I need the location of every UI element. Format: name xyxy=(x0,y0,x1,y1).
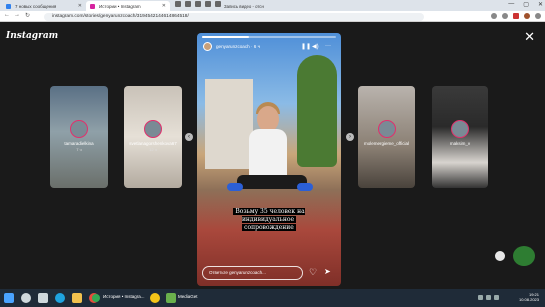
edge-icon[interactable] xyxy=(55,293,65,303)
menu-icon[interactable] xyxy=(535,13,541,19)
toolbar-icons xyxy=(491,13,541,19)
like-icon[interactable]: ♡ xyxy=(309,267,317,278)
story-username[interactable]: genyarunzcoach · 6 ч xyxy=(216,44,260,49)
instagram-logo[interactable]: Instagram xyxy=(6,31,58,41)
preview-username: molemergieme_official xyxy=(364,141,409,146)
tab-label: 7 новых сообщения xyxy=(15,3,57,9)
story-progress-fill xyxy=(202,36,249,38)
story-preview[interactable]: molemergieme_official xyxy=(358,86,415,188)
file-explorer-icon[interactable] xyxy=(72,293,82,303)
extension-icon[interactable] xyxy=(513,13,519,19)
story-preview[interactable]: svetlanagorshenkova67 12 ч xyxy=(124,86,182,188)
close-stories-icon[interactable]: ✕ xyxy=(524,30,535,43)
tray-icon[interactable] xyxy=(494,295,499,300)
caption-line: сопровождение xyxy=(242,224,296,231)
preview-username: maksim_v xyxy=(449,141,471,146)
tab-recording[interactable]: Запись видео - отсн xyxy=(222,1,267,11)
story-progress-bar xyxy=(202,36,336,38)
minimize-icon[interactable]: — xyxy=(508,1,514,8)
send-icon[interactable]: ➤ xyxy=(324,267,331,276)
maximize-icon[interactable]: ▢ xyxy=(523,1,529,8)
story-caption: Возьму 35 человек на индивидуальное сопр… xyxy=(207,208,331,232)
close-tab-icon[interactable]: ✕ xyxy=(78,3,82,9)
back-icon[interactable]: ← xyxy=(4,12,10,18)
profile-avatar[interactable] xyxy=(524,13,530,19)
next-story-icon[interactable]: › xyxy=(346,133,354,141)
preview-username: tamaradielkina xyxy=(64,141,94,146)
app-icon[interactable] xyxy=(185,1,191,7)
previous-story-icon[interactable]: ‹ xyxy=(185,133,193,141)
shoe-image xyxy=(227,183,243,191)
tab-label: Истории • Instagram xyxy=(99,3,141,9)
url-field[interactable]: instagram.com/stories/genyarunzcoach/319… xyxy=(44,12,424,21)
task-view-icon[interactable] xyxy=(38,293,48,303)
avatar xyxy=(144,120,162,138)
reply-input[interactable]: Ответьте genyarunzcoach... xyxy=(202,266,303,280)
shoe-image xyxy=(297,183,313,191)
browser-tab-bar: 7 новых сообщения ✕ Истории • Instagram … xyxy=(0,0,545,11)
avatar xyxy=(451,120,469,138)
bookmark-icon[interactable] xyxy=(502,13,508,19)
preview-time: 12 ч xyxy=(149,147,157,152)
preview-username: svetlanagorshenkova67 xyxy=(129,141,177,146)
app-icon[interactable] xyxy=(195,1,201,7)
taskbar-label[interactable]: История • Instagra... xyxy=(103,294,145,299)
windows-start-icon[interactable] xyxy=(4,293,14,303)
story-preview[interactable]: tamaradielkina 7 ч xyxy=(50,86,108,188)
messages-favicon-icon xyxy=(6,3,11,9)
building-image xyxy=(205,79,253,169)
close-window-icon[interactable]: ✕ xyxy=(538,1,543,8)
app-icon[interactable] xyxy=(215,1,221,7)
story-preview[interactable]: maksim_v xyxy=(432,86,488,188)
search-icon[interactable] xyxy=(21,293,31,303)
app-icon[interactable] xyxy=(175,1,181,7)
caption-line: Возьму 35 человек на индивидуальное xyxy=(233,208,305,223)
taskbar-label[interactable]: MediaGet xyxy=(178,294,198,299)
forward-icon[interactable]: → xyxy=(14,12,20,18)
avatar[interactable] xyxy=(203,42,212,51)
chrome-window-icon[interactable] xyxy=(92,294,100,302)
clock-date: 10.08.2023 xyxy=(518,297,539,302)
tree-image xyxy=(297,55,337,167)
tab-label: Запись видео - отсн xyxy=(224,3,264,9)
tab-messages[interactable]: 7 новых сообщения ✕ xyxy=(2,1,86,11)
more-options-icon[interactable]: ··· xyxy=(325,43,331,49)
active-story[interactable]: genyarunzcoach · 6 ч ❚❚ ◀) ··· Возьму 35… xyxy=(197,33,341,286)
media-icon[interactable] xyxy=(150,293,160,303)
instagram-favicon-icon xyxy=(90,3,95,9)
clock[interactable]: 19:21 10.08.2023 xyxy=(519,292,539,302)
window-controls: — ▢ ✕ xyxy=(508,1,543,8)
tray-icon[interactable] xyxy=(478,295,483,300)
preview-time: 7 ч xyxy=(76,147,82,152)
app-icon[interactable] xyxy=(205,1,211,7)
widget-icon[interactable] xyxy=(513,246,535,266)
taskbar: История • Instagra... MediaGet 19:21 10.… xyxy=(0,289,545,307)
avatar xyxy=(70,120,88,138)
assistant-icon[interactable] xyxy=(495,251,505,261)
tray-icon[interactable] xyxy=(486,295,491,300)
avatar xyxy=(377,120,396,138)
close-tab-icon[interactable]: ✕ xyxy=(162,3,166,9)
reload-icon[interactable]: ↻ xyxy=(25,12,30,19)
pause-icon[interactable]: ❚❚ xyxy=(301,43,311,50)
mute-icon[interactable]: ◀) xyxy=(312,43,319,50)
person-image xyxy=(249,129,287,181)
tab-tool-icons xyxy=(175,1,221,7)
address-bar: ← → ↻ instagram.com/stories/genyarunzcoa… xyxy=(0,11,545,22)
share-icon[interactable] xyxy=(491,13,497,19)
mediaget-icon[interactable] xyxy=(166,293,176,303)
screen: 7 новых сообщения ✕ Истории • Instagram … xyxy=(0,0,545,307)
tab-instagram[interactable]: Истории • Instagram ✕ xyxy=(86,1,170,11)
